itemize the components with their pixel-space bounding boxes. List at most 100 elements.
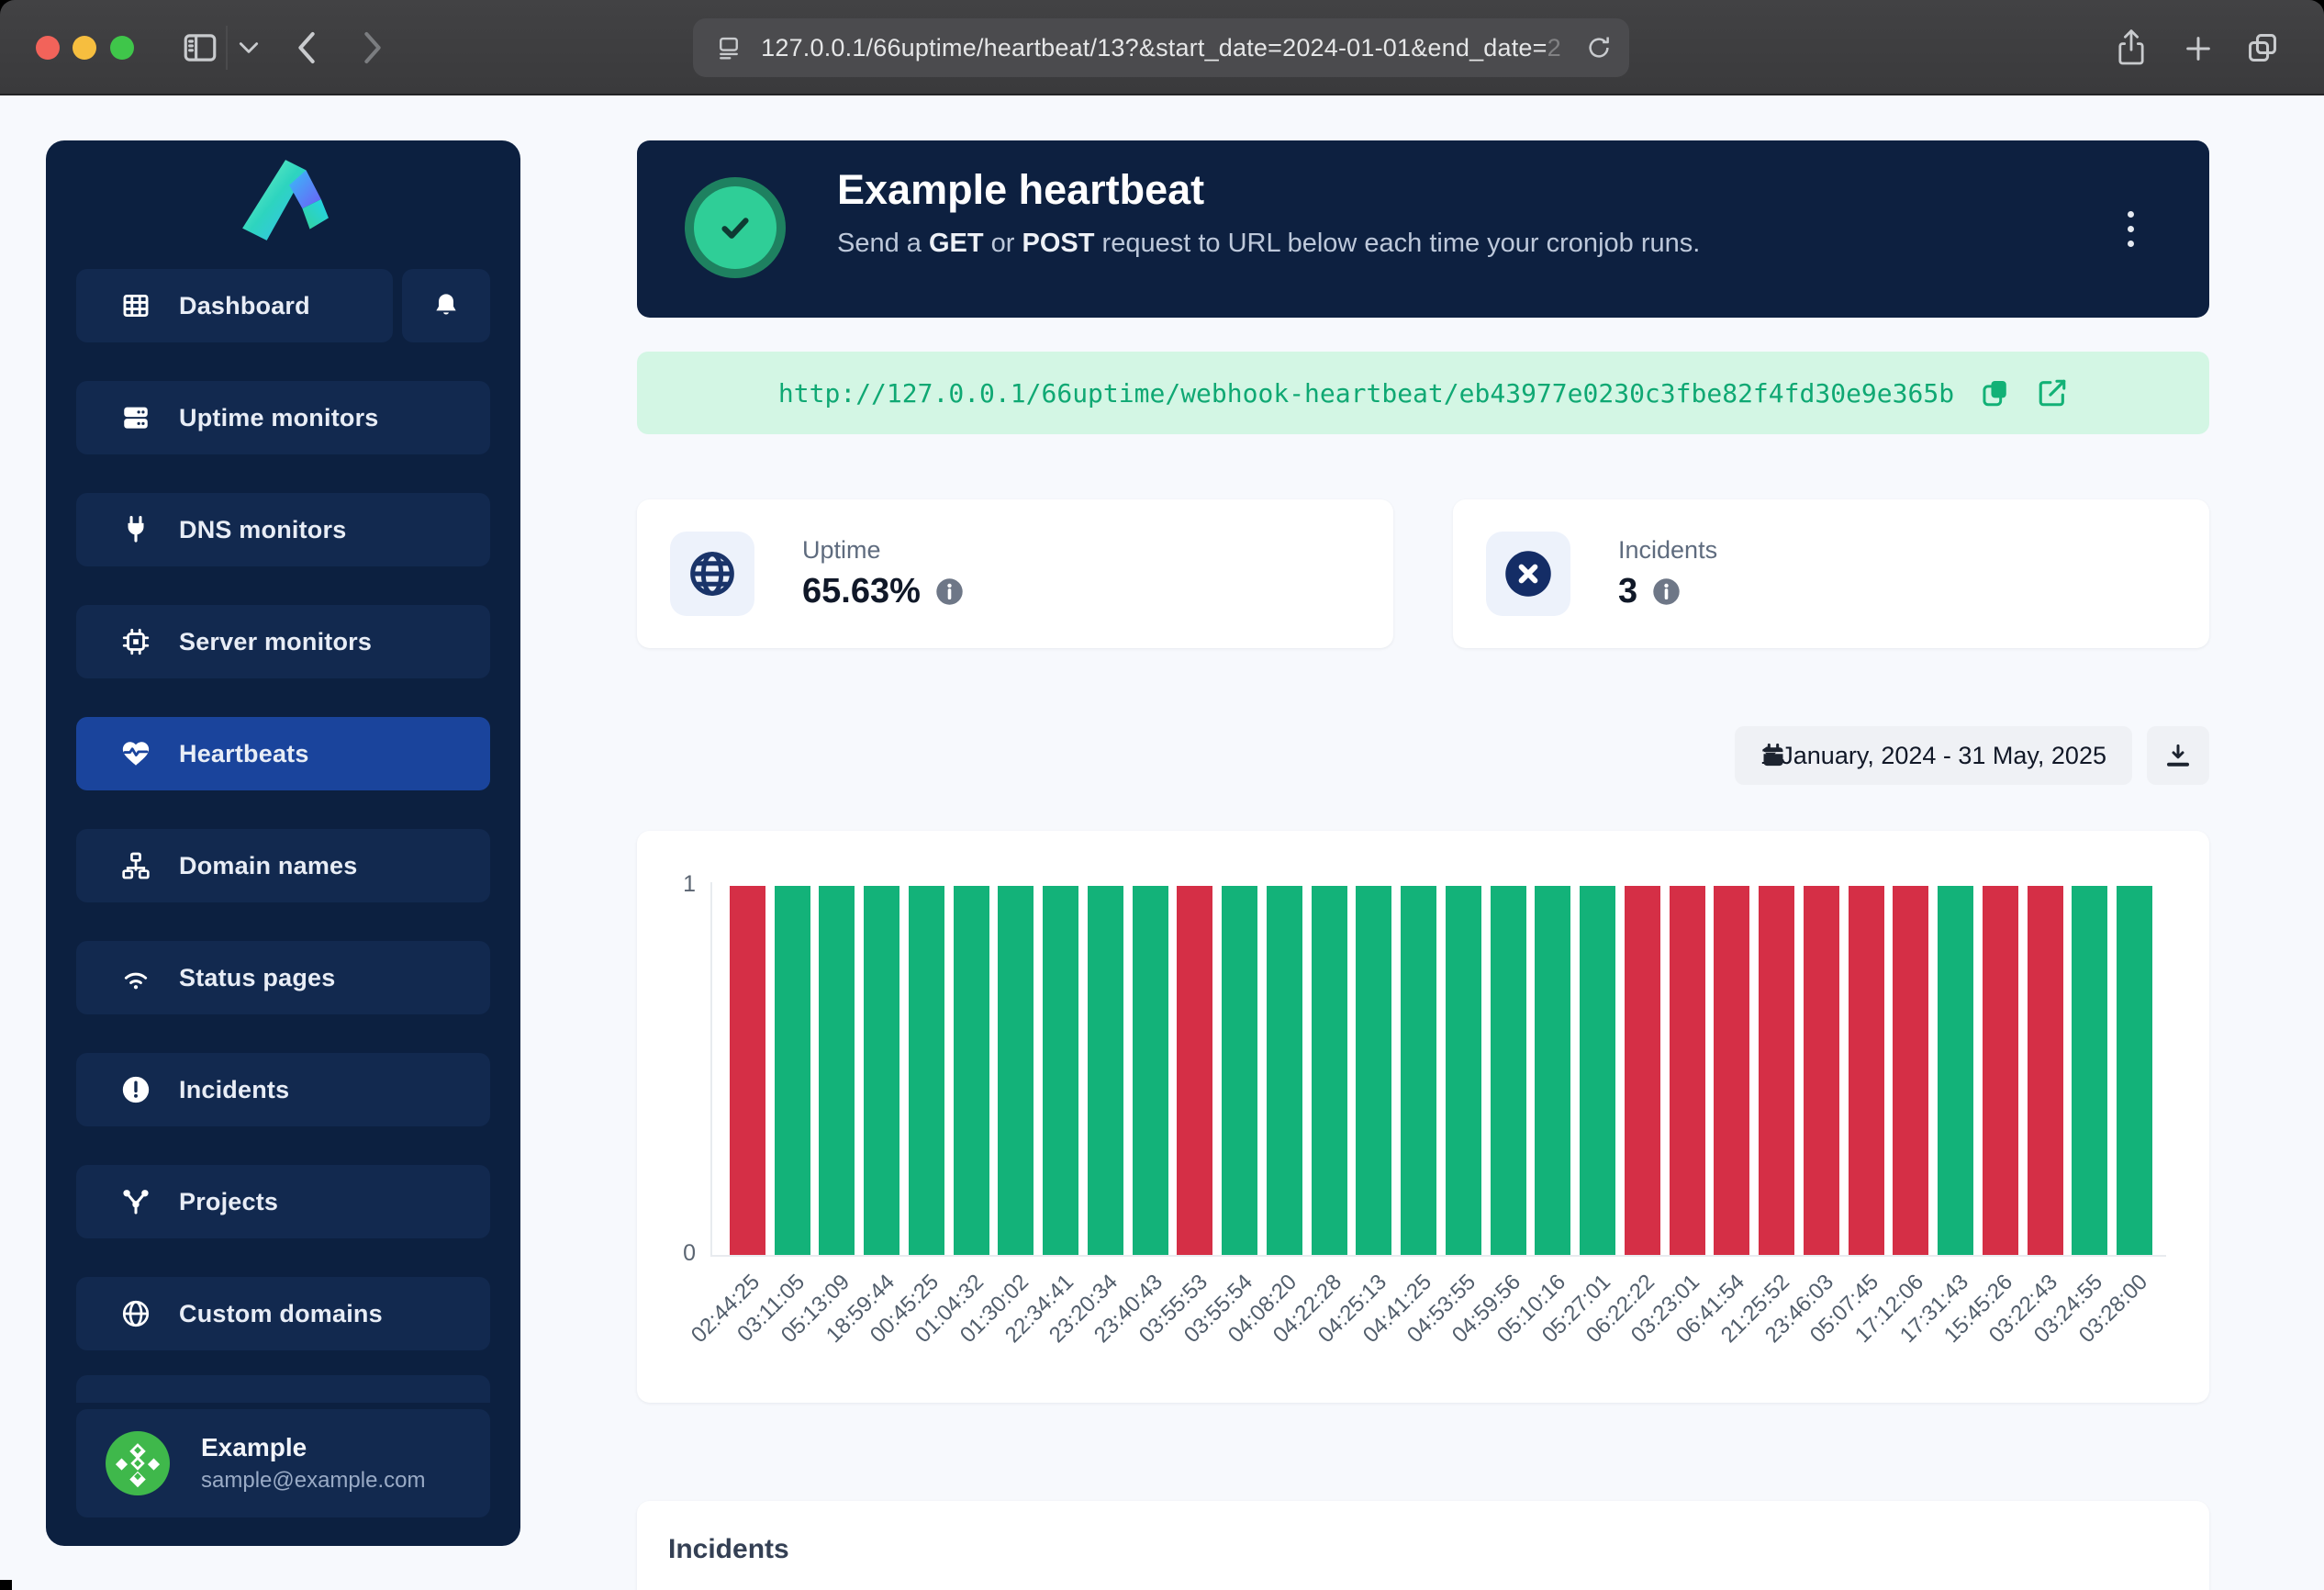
chart-bar-up[interactable]	[1535, 886, 1570, 1255]
address-bar-url: 127.0.0.1/66uptime/heartbeat/13?&start_d…	[761, 34, 1561, 62]
sidebar-item-partial[interactable]	[76, 1375, 490, 1403]
grid-icon	[120, 290, 151, 321]
chart-bar-up[interactable]	[1312, 886, 1347, 1255]
chart-bar-down[interactable]	[1804, 886, 1839, 1255]
chart-bar-up[interactable]	[1133, 886, 1168, 1255]
sidebar-item-incidents[interactable]: Incidents	[76, 1053, 490, 1126]
info-icon[interactable]	[935, 577, 964, 606]
subtitle-part: Send a	[837, 229, 929, 258]
bell-icon	[431, 291, 461, 320]
chart-bar-up[interactable]	[864, 886, 899, 1255]
check-icon	[694, 186, 777, 269]
sidebar-item-domain-names[interactable]: Domain names	[76, 829, 490, 902]
chart-bar-up[interactable]	[1580, 886, 1615, 1255]
chart-bar-up[interactable]	[775, 886, 810, 1255]
y-tick-label: 1	[663, 871, 696, 898]
browser-toolbar: 127.0.0.1/66uptime/heartbeat/13?&start_d…	[0, 0, 2324, 95]
incidents-stat-card: Incidents 3	[1453, 499, 2209, 648]
chart-bar-up[interactable]	[954, 886, 989, 1255]
share-nodes-icon	[120, 1186, 151, 1217]
subtitle-part: or	[984, 229, 1022, 258]
chart-bar-up[interactable]	[2072, 886, 2107, 1255]
subtitle-part: request to URL below each time your cron…	[1094, 229, 1700, 258]
toolbar-divider	[226, 26, 228, 70]
back-icon[interactable]	[294, 29, 319, 66]
x-circle-icon	[1486, 532, 1570, 616]
sitemap-icon	[120, 850, 151, 881]
address-bar[interactable]: 127.0.0.1/66uptime/heartbeat/13?&start_d…	[693, 18, 1629, 77]
sidebar-item-server-monitors[interactable]: Server monitors	[76, 605, 490, 678]
chart-bar-up[interactable]	[1267, 886, 1302, 1255]
chart-bar-up[interactable]	[1491, 886, 1526, 1255]
chart-bar-down[interactable]	[2028, 886, 2063, 1255]
chart-bar-down[interactable]	[1759, 886, 1794, 1255]
sidebar-item-label: Projects	[179, 1188, 278, 1216]
chart-bar-down[interactable]	[1625, 886, 1660, 1255]
chevron-down-icon[interactable]	[237, 39, 261, 57]
new-tab-icon[interactable]	[2183, 33, 2214, 64]
chart-bar-down[interactable]	[1983, 886, 2018, 1255]
reload-icon[interactable]	[1585, 34, 1613, 62]
sidebar-nav: Uptime monitors DNS monitors Server monito…	[76, 381, 490, 1389]
date-range-picker[interactable]: 1 January, 2024 - 31 May, 2025	[1735, 726, 2132, 785]
download-button[interactable]	[2147, 726, 2209, 785]
chart-bar-up[interactable]	[1446, 886, 1481, 1255]
chart-bar-up[interactable]	[1938, 886, 1973, 1255]
app-logo[interactable]	[46, 157, 520, 245]
sidebar-item-label: Dashboard	[179, 292, 310, 320]
sidebar-item-heartbeats[interactable]: Heartbeats	[76, 717, 490, 790]
incidents-section-card: Incidents	[637, 1501, 2209, 1590]
external-link-icon[interactable]	[2037, 377, 2068, 409]
heartbeat-chart-card: 1 0 02:44:2503:11:0505:13:0918:59:4400:4…	[637, 831, 2209, 1403]
window-minimize-button[interactable]	[73, 36, 96, 60]
sidebar-item-dashboard[interactable]: Dashboard	[76, 269, 393, 342]
webhook-url-bar: http://127.0.0.1/66uptime/webhook-heartb…	[637, 352, 2209, 434]
tabs-overview-icon[interactable]	[2245, 30, 2280, 65]
chart-bar-down[interactable]	[730, 886, 765, 1255]
window-zoom-button[interactable]	[110, 36, 134, 60]
sidebar-item-status-pages[interactable]: Status pages	[76, 941, 490, 1014]
chart-bar-up[interactable]	[1356, 886, 1391, 1255]
chart-bar-down[interactable]	[1849, 886, 1884, 1255]
sidebar-toggle-icon[interactable]	[180, 28, 220, 67]
chart-bar-up[interactable]	[998, 886, 1034, 1255]
notifications-button[interactable]	[402, 269, 490, 342]
chart-bar-up[interactable]	[1088, 886, 1123, 1255]
chart-bar-up[interactable]	[909, 886, 944, 1255]
chart-bar-up[interactable]	[1401, 886, 1436, 1255]
screenshot-artifact	[0, 1580, 12, 1590]
sidebar-item-custom-domains[interactable]: Custom domains	[76, 1277, 490, 1350]
sidebar-item-uptime-monitors[interactable]: Uptime monitors	[76, 381, 490, 454]
subtitle-part: POST	[1022, 229, 1095, 258]
y-axis-line	[710, 882, 712, 1257]
chart-bar-up[interactable]	[1043, 886, 1078, 1255]
heartbeat-header-card: Example heartbeat Send a GET or POST req…	[637, 140, 2209, 318]
sidebar-item-label: Status pages	[179, 964, 335, 992]
sidebar-item-projects[interactable]: Projects	[76, 1165, 490, 1238]
chart-bar-up[interactable]	[1222, 886, 1257, 1255]
chart-bar-up[interactable]	[2117, 886, 2152, 1255]
screen: 127.0.0.1/66uptime/heartbeat/13?&start_d…	[0, 0, 2324, 1590]
page-icon[interactable]	[715, 34, 743, 62]
sidebar-item-dns-monitors[interactable]: DNS monitors	[76, 493, 490, 566]
chart-bar-up[interactable]	[819, 886, 855, 1255]
alert-circle-icon	[120, 1074, 151, 1105]
window-close-button[interactable]	[36, 36, 60, 60]
chart-bar-down[interactable]	[1177, 886, 1212, 1255]
chart-bar-down[interactable]	[1670, 886, 1705, 1255]
info-icon[interactable]	[1652, 577, 1681, 606]
stat-value: 3	[1618, 572, 1637, 611]
copy-icon[interactable]	[1980, 377, 2011, 409]
webhook-url: http://127.0.0.1/66uptime/webhook-heartb…	[778, 378, 1954, 409]
green-identicon-avatar	[106, 1431, 170, 1495]
page-body: Dashboard Uptime monitors DNS monitors Ser…	[0, 95, 2324, 1590]
kebab-menu-icon[interactable]	[2112, 201, 2149, 256]
date-range-label: 1 January, 2024 - 31 May, 2025	[1760, 742, 2106, 770]
chart-bar-down[interactable]	[1714, 886, 1749, 1255]
server-icon	[120, 402, 151, 433]
sidebar: Dashboard Uptime monitors DNS monitors Ser…	[46, 140, 520, 1546]
y-tick-label: 0	[663, 1240, 696, 1267]
chart-bar-down[interactable]	[1893, 886, 1928, 1255]
profile-card[interactable]: Example sample@example.com	[76, 1409, 490, 1517]
share-icon[interactable]	[2115, 28, 2148, 68]
